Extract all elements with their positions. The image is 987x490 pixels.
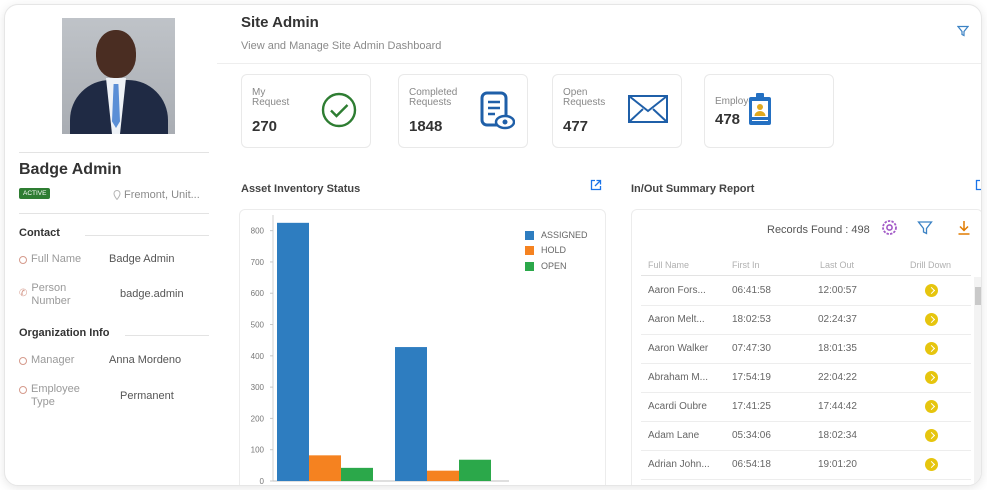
page-title: Site Admin [241, 14, 319, 31]
y-tick-label: 800 [251, 227, 265, 236]
records-found: Records Found : 498 [767, 224, 870, 236]
table-row[interactable]: Aaron Walker 07:47:30 18:01:35 [641, 335, 971, 364]
drill-down-icon[interactable] [925, 342, 938, 355]
my-request-card[interactable]: My Request 270 [241, 74, 371, 148]
full-name-label: Full Name [19, 253, 81, 266]
employee-type-icon [19, 386, 27, 394]
card-value: 477 [563, 118, 589, 135]
drill-down-icon[interactable] [925, 429, 938, 442]
drill-down-icon[interactable] [925, 458, 938, 471]
inout-panel-title: In/Out Summary Report [631, 183, 755, 195]
legend-assigned: ASSIGNED [525, 230, 588, 240]
person-icon [19, 256, 27, 264]
col-header[interactable]: Drill Down [910, 260, 951, 270]
table-row[interactable]: Adam Lane 05:34:06 18:02:34 [641, 422, 971, 451]
completed-requests-card[interactable]: Completed Requests 1848 [398, 74, 528, 148]
col-header[interactable]: First In [732, 260, 760, 270]
check-circle-icon [321, 92, 357, 128]
external-link-icon[interactable] [975, 179, 982, 191]
status-badge: ACTIVE [19, 188, 51, 199]
legend-open: OPEN [525, 261, 567, 271]
employee-type-label: Employee Type [19, 383, 80, 409]
table-row[interactable]: Adrian John... 06:54:18 19:01:20 [641, 451, 971, 480]
external-link-icon[interactable] [590, 179, 602, 191]
download-icon[interactable] [957, 220, 971, 236]
bar-open [341, 467, 373, 481]
drill-down-icon[interactable] [925, 284, 938, 297]
dashboard-window: Badge Admin ACTIVE Fremont, Unit... Cont… [4, 4, 982, 486]
page-subtitle: View and Manage Site Admin Dashboard [241, 40, 442, 52]
card-label: Completed Requests [409, 87, 458, 108]
card-label: Open Requests [563, 87, 606, 108]
bar-hold [309, 455, 341, 481]
y-tick-label: 0 [260, 477, 265, 486]
location-label: Fremont, Unit... [124, 189, 200, 201]
settings-icon[interactable] [881, 219, 898, 236]
bar-hold [427, 470, 459, 481]
bar-assigned [277, 222, 309, 481]
card-value: 270 [252, 118, 278, 135]
card-value: 1848 [409, 118, 443, 135]
table-row[interactable]: Abraham M... 17:54:19 22:04:22 [641, 364, 971, 393]
org-section-title: Organization Info [19, 327, 110, 339]
y-tick-label: 300 [251, 383, 265, 392]
bar-assigned [395, 347, 427, 481]
envelope-icon [628, 95, 668, 123]
col-header[interactable]: Full Name [648, 260, 689, 270]
scrollbar-thumb[interactable] [975, 287, 981, 305]
person-number-label: ✆ Person Number [19, 282, 71, 307]
manager-label: Manager [19, 354, 74, 367]
drill-down-icon[interactable] [925, 313, 938, 326]
y-tick-label: 400 [251, 352, 265, 361]
drill-down-icon[interactable] [925, 400, 938, 413]
asset-panel-title: Asset Inventory Status [241, 183, 361, 195]
full-name-value: Badge Admin [109, 253, 175, 265]
y-tick-label: 100 [251, 446, 265, 455]
profile-name: Badge Admin [19, 161, 122, 178]
open-requests-card[interactable]: Open Requests 477 [552, 74, 682, 148]
employees-card[interactable]: Employees 478 [704, 74, 834, 148]
table-scrollbar[interactable] [974, 277, 981, 485]
location-pin-icon [113, 190, 121, 200]
profile-panel: Badge Admin ACTIVE Fremont, Unit... Cont… [5, 5, 217, 485]
id-badge-icon [749, 93, 771, 125]
card-label: My Request [252, 87, 290, 108]
document-view-icon [480, 91, 515, 130]
filter-icon[interactable] [917, 220, 933, 236]
manager-icon [19, 357, 27, 365]
drill-down-icon[interactable] [925, 371, 938, 384]
col-header[interactable]: Last Out [820, 260, 854, 270]
y-tick-label: 200 [251, 414, 265, 423]
person-number-value: badge.admin [120, 288, 184, 300]
y-tick-label: 500 [251, 321, 265, 330]
profile-photo [62, 18, 175, 134]
table-row[interactable]: Acardi Oubre 17:41:25 17:44:42 [641, 393, 971, 422]
filter-icon[interactable] [957, 25, 969, 37]
y-tick-label: 700 [251, 258, 265, 267]
table-row[interactable]: Aaron Fors... 06:41:58 12:00:57 [641, 277, 971, 306]
phone-icon: ✆ [19, 288, 28, 299]
card-value: 478 [715, 111, 741, 128]
location-text: Fremont, Unit... [113, 189, 200, 201]
contact-section-title: Contact [19, 227, 60, 239]
manager-value: Anna Mordeno [109, 354, 182, 366]
table-row[interactable]: Aaron Melt... 18:02:53 02:24:37 [641, 306, 971, 335]
bar-open [459, 459, 491, 481]
employee-type-value: Permanent [120, 390, 174, 402]
y-tick-label: 600 [251, 289, 265, 298]
legend-hold: HOLD [525, 245, 566, 255]
